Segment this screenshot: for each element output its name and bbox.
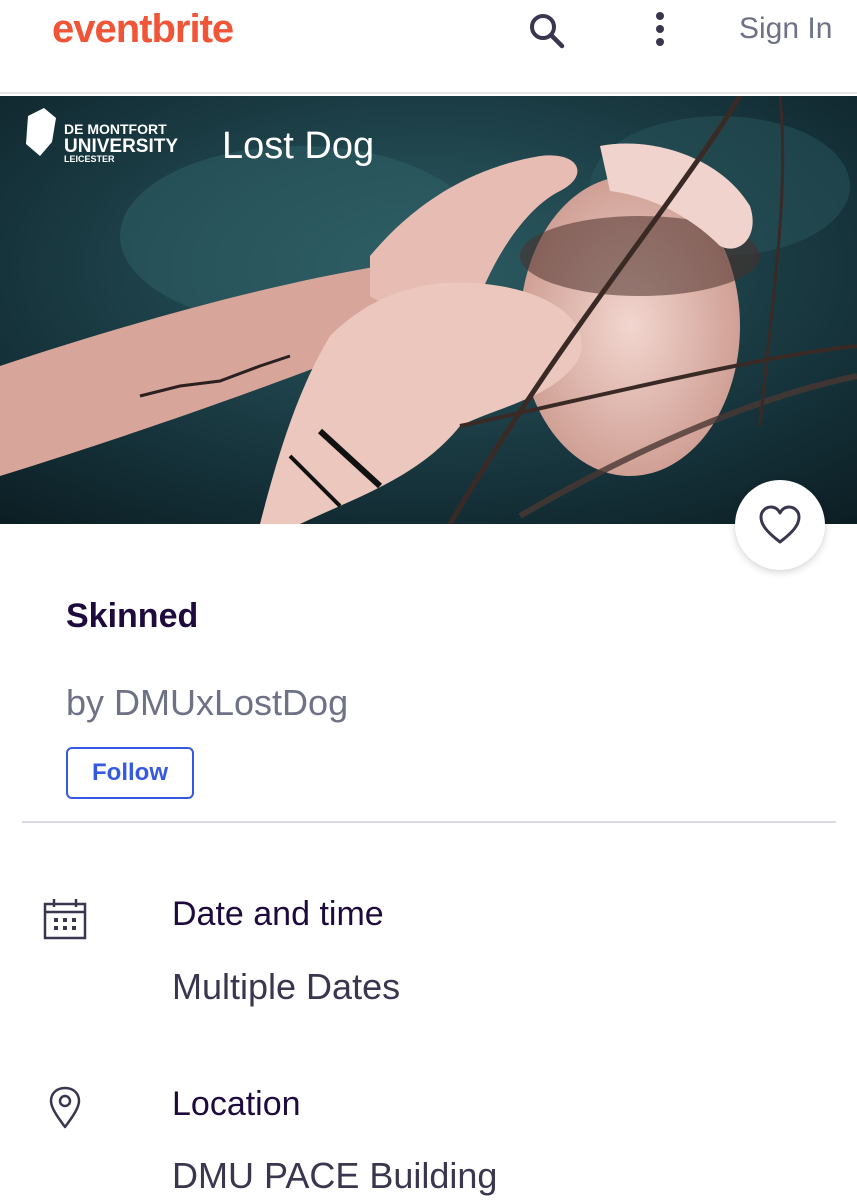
location-label: Location bbox=[172, 1085, 301, 1123]
lost-dog-logo: Lost Dog bbox=[222, 125, 374, 167]
date-time-label: Date and time bbox=[172, 895, 384, 933]
heart-icon bbox=[759, 505, 801, 544]
search-icon[interactable] bbox=[526, 10, 568, 52]
follow-button[interactable]: Follow bbox=[66, 747, 194, 799]
top-nav-bar: eventbrite Sign In bbox=[0, 0, 857, 94]
organizer-name[interactable]: by DMUxLostDog bbox=[66, 682, 348, 724]
event-title: Skinned bbox=[66, 597, 199, 635]
section-divider bbox=[22, 821, 836, 823]
location-pin-icon bbox=[48, 1086, 82, 1135]
date-time-value: Multiple Dates bbox=[172, 966, 401, 1007]
calendar-icon bbox=[42, 896, 88, 947]
like-button[interactable] bbox=[735, 480, 825, 570]
dmu-logo-line1: DE MONTFORT bbox=[64, 121, 167, 137]
more-vertical-icon[interactable] bbox=[645, 10, 675, 52]
event-banner-image: DE MONTFORT UNIVERSITY LEICESTER Lost Do… bbox=[0, 96, 857, 524]
dmu-logo-line3: LEICESTER bbox=[64, 154, 115, 164]
sign-in-link[interactable]: Sign In bbox=[739, 12, 832, 46]
eventbrite-logo[interactable]: eventbrite bbox=[52, 7, 234, 52]
location-value[interactable]: DMU PACE Building bbox=[172, 1155, 497, 1197]
